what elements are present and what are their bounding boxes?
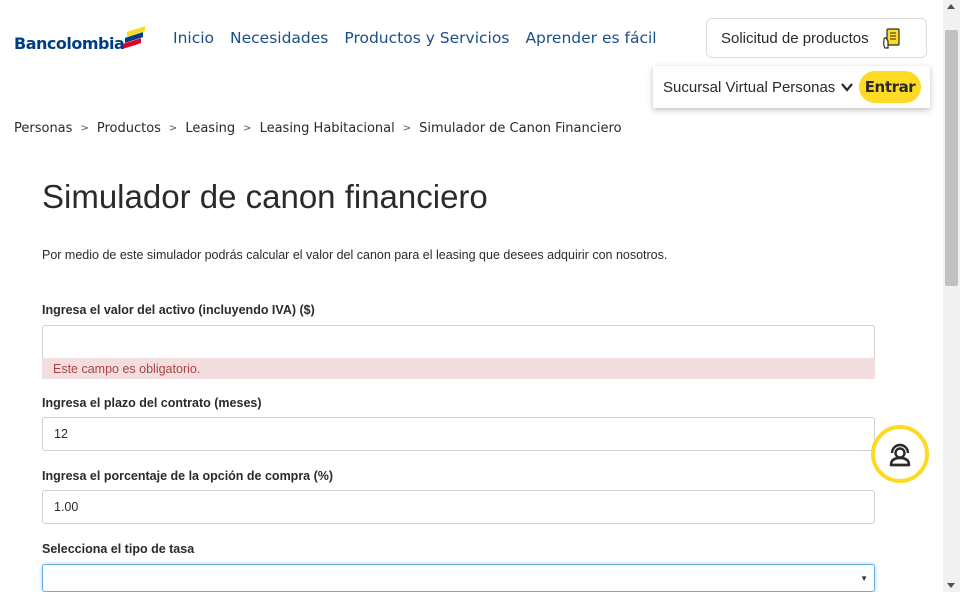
chevron-down-icon xyxy=(841,83,854,92)
nav-item-productos-y-servicios[interactable]: Productos y Servicios xyxy=(344,29,509,47)
nav-item-aprender-es-facil[interactable]: Aprender es fácil xyxy=(525,29,656,47)
chat-support-button[interactable] xyxy=(871,425,929,483)
page-title: Simulador de canon financiero xyxy=(42,178,488,215)
breadcrumb-separator: > xyxy=(402,123,412,134)
scroll-down-icon[interactable] xyxy=(947,583,955,588)
breadcrumb-item-leasing-habitacional[interactable]: Leasing Habitacional xyxy=(260,121,395,136)
entrar-button[interactable]: Entrar xyxy=(859,71,921,103)
page-scrollbar[interactable] xyxy=(943,0,960,592)
breadcrumb-separator: > xyxy=(243,123,252,134)
chat-support-icon xyxy=(889,443,911,467)
logo-text: Bancolombia xyxy=(14,34,125,53)
solicitud-productos-button[interactable]: Solicitud de productos xyxy=(706,18,927,58)
breadcrumb: Personas > Productos > Leasing > Leasing… xyxy=(14,121,622,136)
page-description: Por medio de este simulador podrás calcu… xyxy=(42,248,668,262)
opcion-compra-input[interactable]: 1.00 xyxy=(42,490,875,524)
tipo-tasa-select[interactable]: ▼ xyxy=(42,564,875,592)
sucursal-virtual-dropdown[interactable]: Sucursal Virtual Personas Entrar xyxy=(653,66,930,108)
document-hand-icon xyxy=(883,28,900,49)
nav-item-necesidades[interactable]: Necesidades xyxy=(230,29,328,47)
sucursal-label: Sucursal Virtual Personas xyxy=(663,78,836,96)
nav-item-inicio[interactable]: Inicio xyxy=(173,29,214,47)
breadcrumb-item-personas[interactable]: Personas xyxy=(14,121,72,136)
breadcrumb-separator: > xyxy=(80,123,89,134)
valor-activo-label: Ingresa el valor del activo (incluyendo … xyxy=(42,303,315,317)
bancolombia-logo[interactable]: Bancolombia xyxy=(14,26,147,53)
plazo-input[interactable]: 12 xyxy=(42,417,875,451)
plazo-label: Ingresa el plazo del contrato (meses) xyxy=(42,396,262,410)
scrollbar-thumb[interactable] xyxy=(945,30,958,286)
breadcrumb-separator: > xyxy=(168,123,178,134)
main-nav: Inicio Necesidades Productos y Servicios… xyxy=(173,29,657,47)
tipo-tasa-label: Selecciona el tipo de tasa xyxy=(42,542,195,556)
valor-activo-input[interactable] xyxy=(42,325,875,359)
solicitud-label: Solicitud de productos xyxy=(721,29,869,47)
opcion-compra-label: Ingresa el porcentaje de la opción de co… xyxy=(42,469,334,483)
breadcrumb-item-productos[interactable]: Productos xyxy=(97,121,161,136)
scroll-up-icon[interactable] xyxy=(947,4,955,9)
breadcrumb-item-current: Simulador de Canon Financiero xyxy=(419,121,622,136)
valor-activo-error: Este campo es obligatorio. xyxy=(42,358,875,379)
logo-mark-icon xyxy=(121,26,147,49)
caret-down-icon: ▼ xyxy=(860,574,868,583)
breadcrumb-item-leasing[interactable]: Leasing xyxy=(185,121,235,136)
